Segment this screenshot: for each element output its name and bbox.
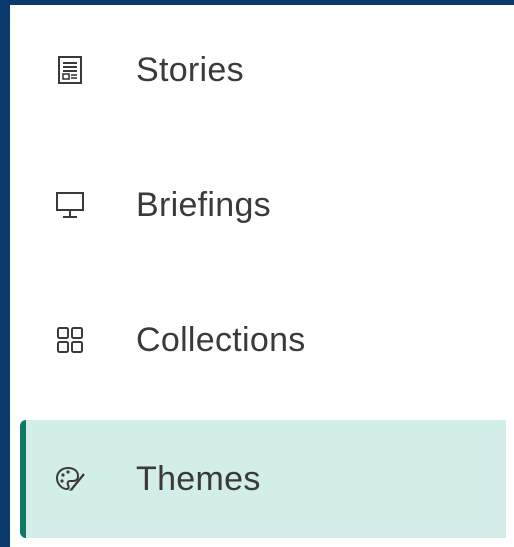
grid-squares-icon [54,324,86,356]
nav-item-label: Themes [136,459,261,498]
nav-item-collections[interactable]: Collections [10,295,514,385]
nav-item-briefings[interactable]: Briefings [10,160,514,250]
nav-item-label: Collections [136,320,306,359]
nav-item-themes[interactable]: Themes [20,420,506,538]
navigation-panel: Stories Briefings Collections Themes [10,5,514,547]
presentation-board-icon [54,189,86,221]
nav-item-stories[interactable]: Stories [10,25,514,115]
stories-document-icon [54,54,86,86]
nav-item-label: Stories [136,50,244,89]
nav-item-label: Briefings [136,185,271,224]
palette-brush-icon [54,463,86,495]
